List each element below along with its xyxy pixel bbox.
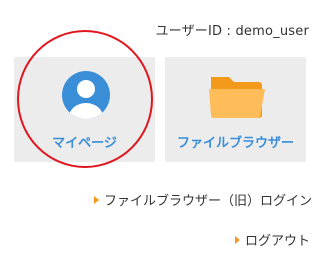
- logout-label: ログアウト: [244, 234, 310, 249]
- user-id-label: ユーザーID : demo_user: [155, 24, 309, 39]
- my-page-tile[interactable]: マイページ: [14, 57, 155, 162]
- legacy-file-browser-login-link[interactable]: ファイルブラウザー（旧）ログイン: [93, 190, 312, 209]
- logout-link[interactable]: ログアウト: [234, 230, 310, 249]
- file-browser-label: ファイルブラウザー: [176, 136, 294, 151]
- arrow-right-icon: [234, 236, 240, 244]
- my-page-label: マイページ: [52, 136, 117, 151]
- file-browser-tile[interactable]: ファイルブラウザー: [165, 57, 306, 162]
- user-avatar-icon: [62, 71, 110, 119]
- portal-page: ユーザーID : demo_user マイページ ファイルブラウザー ファイルブ…: [0, 0, 321, 265]
- folder-icon: [209, 77, 265, 119]
- legacy-login-label: ファイルブラウザー（旧）ログイン: [103, 194, 312, 209]
- arrow-right-icon: [93, 196, 99, 204]
